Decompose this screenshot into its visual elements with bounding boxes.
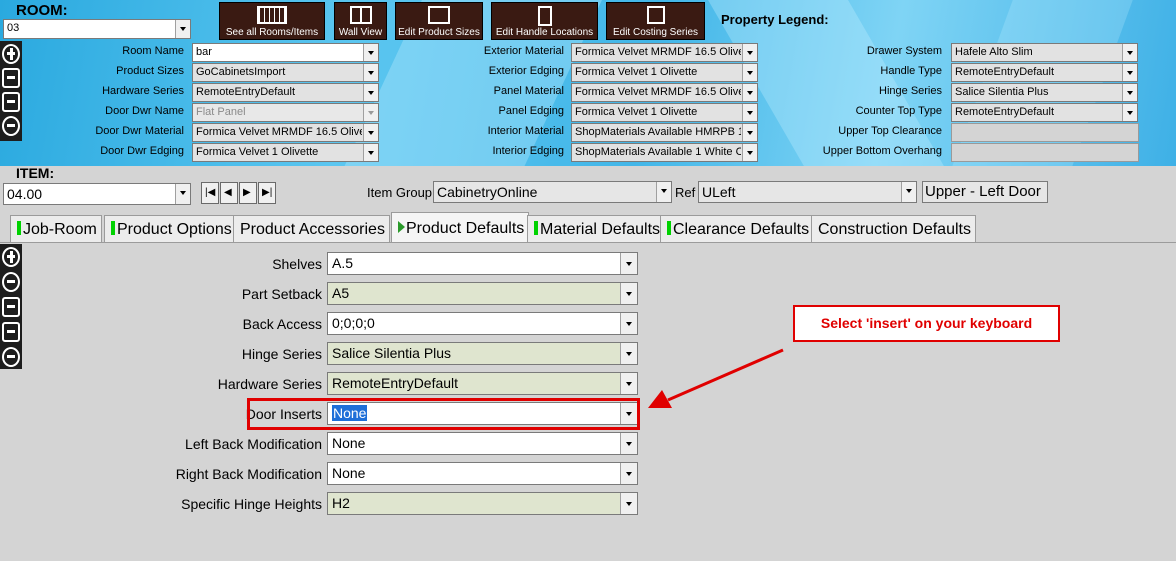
annotation-arrow [648, 348, 784, 408]
